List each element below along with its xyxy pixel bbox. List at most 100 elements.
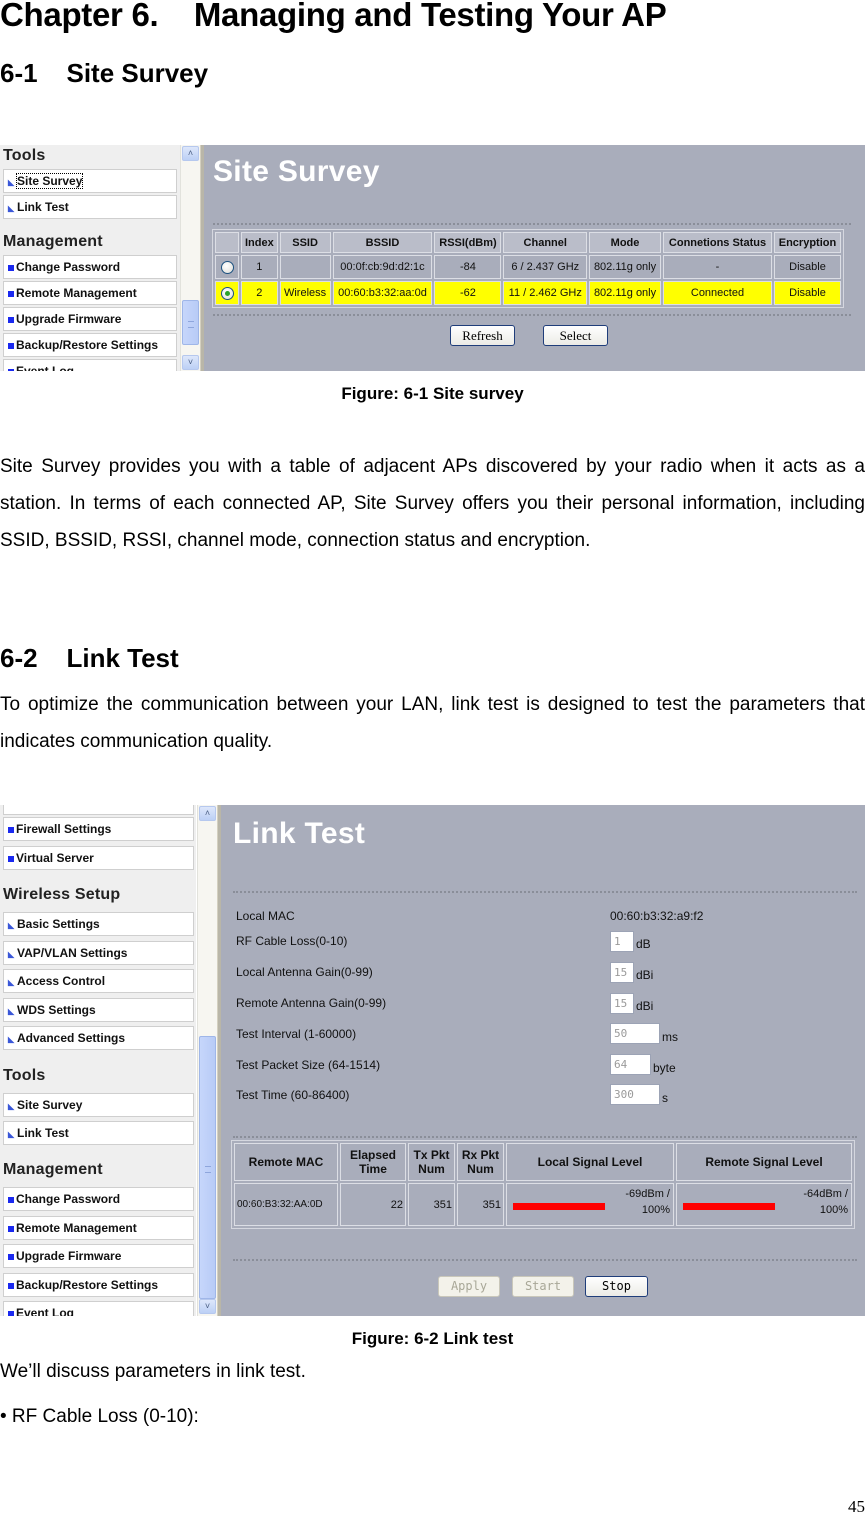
local-antenna-gain-input[interactable]: 15: [610, 962, 634, 983]
table-row[interactable]: 1 00:0f:cb:9d:d2:1c -84 6 / 2.437 GHz 80…: [215, 255, 841, 279]
link-test-results-table: Remote MAC Elapsed Time Tx Pkt Num Rx Pkt N…: [231, 1140, 855, 1229]
sidebar-item-basic-settings[interactable]: ◣ Basic Settings: [3, 912, 194, 936]
sidebar-item-advanced-settings[interactable]: ◣ Advanced Settings: [3, 1026, 194, 1050]
discuss-line: We’ll discuss parameters in link test.: [0, 1361, 306, 1382]
menu-heading-wireless-setup: Wireless Setup: [3, 886, 121, 903]
sidebar-item-change-password[interactable]: Change Password: [3, 255, 177, 279]
col-elapsed-time: Elapsed Time: [340, 1143, 406, 1181]
divider: [233, 891, 857, 893]
square-bullet-icon: [8, 343, 14, 349]
cell-encryption: Disable: [773, 255, 841, 279]
menu-heading-management: Management: [3, 233, 103, 250]
local-signal-bar: [513, 1202, 605, 1210]
sidebar-scrollbar[interactable]: ˄ ˅: [180, 145, 200, 371]
col-mode: Mode: [589, 232, 662, 253]
scroll-up-icon[interactable]: ˄: [199, 806, 216, 821]
start-button[interactable]: Start: [512, 1276, 574, 1297]
page-number: 45: [848, 1497, 865, 1516]
sidebar-item-event-log[interactable]: Event Log: [3, 1301, 194, 1316]
sidebar-item-backup-restore[interactable]: Backup/Restore Settings: [3, 1273, 194, 1297]
cell-bssid: 00:60:b3:32:aa:0d: [332, 281, 433, 305]
sidebar-item-site-survey[interactable]: ◣ Site Survey: [3, 1093, 194, 1117]
test-time-input[interactable]: 300: [610, 1084, 660, 1105]
cell-channel: 6 / 2.437 GHz: [503, 255, 588, 279]
remote-antenna-gain-label: Remote Antenna Gain(0-99): [236, 996, 387, 1010]
sidebar-item-change-password[interactable]: Change Password: [3, 1187, 194, 1211]
cell-bssid: 00:0f:cb:9d:d2:1c: [332, 255, 433, 279]
apply-button[interactable]: Apply: [438, 1276, 500, 1297]
sidebar-item-vap-vlan-settings[interactable]: ◣ VAP/VLAN Settings: [3, 941, 194, 965]
local-signal-percent: 100%: [641, 1204, 670, 1216]
scrollbar-thumb[interactable]: [199, 1036, 216, 1299]
wireless-icon: ◣: [8, 1102, 15, 1111]
sidebar-item-virtual-server[interactable]: Virtual Server: [3, 846, 194, 870]
sidebar-scrollbar[interactable]: ˄ ˅: [197, 805, 217, 1316]
sidebar-item-site-survey[interactable]: ◣ Site Survey: [3, 169, 177, 193]
sidebar-item-remote-management[interactable]: Remote Management: [3, 281, 177, 305]
divider: [233, 1136, 857, 1138]
test-packet-size-input[interactable]: 64: [610, 1054, 651, 1075]
select-radio-checked[interactable]: [220, 286, 234, 300]
wireless-icon: ◣: [8, 1130, 15, 1139]
local-antenna-gain-unit: dBi: [636, 968, 654, 982]
col-ssid: SSID: [279, 232, 331, 253]
scroll-down-icon[interactable]: ˅: [182, 355, 199, 370]
local-antenna-gain-label: Local Antenna Gain(0-99): [236, 965, 373, 979]
table-row-selected[interactable]: 2 Wireless 00:60:b3:32:aa:0d -62 11 / 2.…: [215, 281, 841, 305]
sidebar-item-upgrade-firmware[interactable]: Upgrade Firmware: [3, 1244, 194, 1268]
select-button[interactable]: Select: [543, 325, 608, 346]
stop-button[interactable]: Stop: [585, 1276, 648, 1297]
refresh-button[interactable]: Refresh: [450, 325, 515, 346]
section-title-link-test: 6-2 Link Test: [0, 643, 179, 673]
figure-site-survey: Tools ◣ Site Survey ◣ Link Test Management…: [0, 145, 865, 371]
cell-ssid: [279, 255, 331, 279]
site-survey-panel: Site Survey Index SSID BSSID RSSI(dBm) C…: [204, 145, 865, 371]
row-radio-cell[interactable]: [215, 281, 239, 305]
local-mac-label: Local MAC: [236, 909, 295, 923]
sidebar-item-remote-management[interactable]: Remote Management: [3, 1216, 194, 1240]
sidebar-item-access-control[interactable]: ◣ Access Control: [3, 969, 194, 993]
sidebar-item-event-log[interactable]: Event Log: [3, 359, 177, 371]
col-channel: Channel: [503, 232, 588, 253]
square-bullet-icon: [8, 265, 14, 271]
sidebar-item-upgrade-firmware[interactable]: Upgrade Firmware: [3, 307, 177, 331]
scroll-down-icon[interactable]: ˅: [199, 1299, 216, 1314]
test-interval-input[interactable]: 50: [610, 1023, 660, 1044]
test-packet-size-unit: byte: [653, 1061, 676, 1075]
cell-elapsed-time: 22: [340, 1183, 406, 1226]
rf-cable-loss-unit: dB: [636, 937, 651, 951]
sidebar-item-backup-restore[interactable]: Backup/Restore Settings: [3, 333, 177, 357]
sidebar-item-link-test[interactable]: ◣ Link Test: [3, 1121, 194, 1145]
sidebar-item-wds-settings[interactable]: ◣ WDS Settings: [3, 998, 194, 1022]
col-select: [215, 232, 239, 253]
row-radio-cell[interactable]: [215, 255, 239, 279]
remote-signal-percent: 100%: [819, 1204, 848, 1216]
square-bullet-icon: [8, 317, 14, 323]
col-status: Connetions Status: [663, 232, 772, 253]
cell-rssi: -84: [434, 255, 502, 279]
local-mac-value: 00:60:b3:32:a9:f2: [610, 909, 704, 923]
test-time-unit: s: [662, 1091, 668, 1105]
site-survey-table: Index SSID BSSID RSSI(dBm) Channel Mode …: [212, 229, 844, 308]
remote-signal-track: [683, 1200, 775, 1210]
cell-local-signal-level: -69dBm / 100%: [506, 1183, 674, 1226]
cell-mode: 802.11g only: [589, 281, 662, 305]
scroll-up-icon[interactable]: ˄: [182, 146, 199, 161]
col-remote-signal-level: Remote Signal Level: [676, 1143, 852, 1181]
sidebar-item-partial[interactable]: [3, 805, 194, 815]
col-bssid: BSSID: [332, 232, 433, 253]
sidebar-item-firewall-settings[interactable]: Firewall Settings: [3, 817, 194, 841]
rf-cable-loss-input[interactable]: 1: [610, 931, 634, 952]
cell-mode: 802.11g only: [589, 255, 662, 279]
cell-rx-pkt-num: 351: [457, 1183, 504, 1226]
scrollbar-thumb[interactable]: [182, 300, 199, 345]
remote-antenna-gain-input[interactable]: 15: [610, 993, 634, 1014]
wireless-icon: ◣: [8, 1035, 15, 1044]
select-radio[interactable]: [220, 260, 234, 274]
results-header-row: Remote MAC Elapsed Time Tx Pkt Num Rx Pkt N…: [234, 1143, 852, 1181]
link-test-description: To optimize the communication between yo…: [0, 694, 865, 752]
sidebar-item-link-test[interactable]: ◣ Link Test: [3, 195, 177, 219]
chapter-title: Chapter 6. Managing and Testing Your AP: [0, 0, 667, 33]
wireless-icon: ◣: [8, 204, 15, 213]
cell-encryption: Disable: [773, 281, 841, 305]
